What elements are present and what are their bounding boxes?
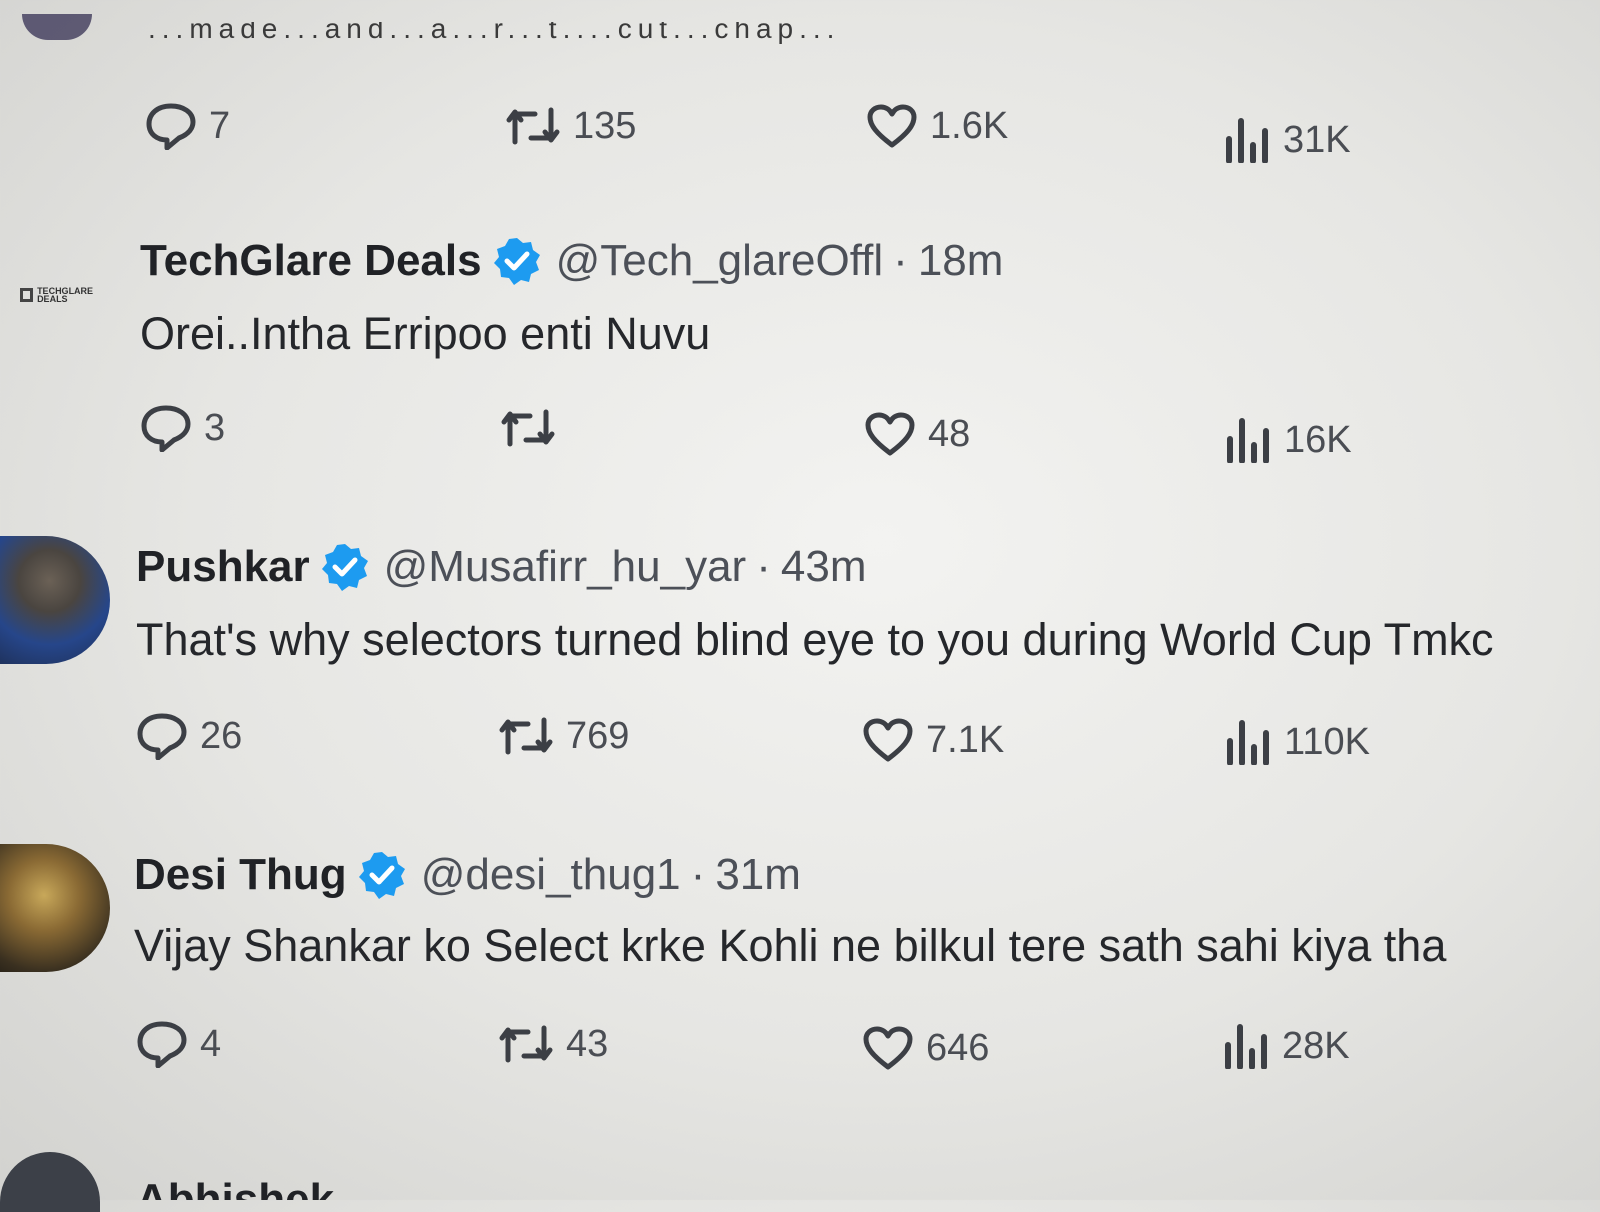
reply-button[interactable]: 7: [145, 96, 230, 156]
retweet-icon: [499, 717, 553, 755]
views-icon: [1227, 418, 1269, 463]
retweet-count: 769: [566, 714, 630, 757]
like-icon: [867, 104, 917, 148]
like-count: 7.1K: [926, 718, 1005, 761]
views-count: 110K: [1284, 720, 1370, 763]
author-name[interactable]: TechGlare Deals: [140, 236, 482, 286]
avatar[interactable]: [0, 844, 110, 972]
separator: ·: [893, 236, 908, 285]
author-handle[interactable]: @Musafirr_hu_yar: [384, 542, 747, 592]
logo-text: TECHGLARE DEALS: [37, 286, 94, 304]
reply-icon: [137, 713, 187, 760]
reply-count: 4: [200, 1022, 222, 1065]
reply-count: 3: [204, 406, 226, 449]
tweet-text: Vijay Shankar ko Select krke Kohli ne bi…: [134, 920, 1447, 971]
like-button[interactable]: 1.6K: [866, 96, 1008, 156]
avatar[interactable]: [0, 1152, 100, 1212]
tweet-header: Desi Thug @desi_thug1 · 31m: [134, 850, 801, 900]
reply-button[interactable]: 4: [136, 1014, 221, 1074]
retweet-icon: [499, 1025, 553, 1063]
like-count: 646: [926, 1026, 990, 1069]
timestamp[interactable]: 31m: [715, 850, 801, 900]
views-count: 16K: [1284, 418, 1352, 461]
separator: ·: [756, 542, 771, 591]
views-icon: [1227, 720, 1269, 765]
author-name[interactable]: Pushkar: [136, 542, 310, 592]
views-icon: [1225, 1024, 1267, 1069]
verified-badge-icon: [357, 850, 407, 900]
tweet-text: Orei..Intha Erripoo enti Nuvu: [140, 308, 711, 359]
like-button[interactable]: 48: [864, 404, 970, 464]
author-name[interactable]: Desi Thug: [134, 850, 347, 900]
reply-icon: [141, 405, 191, 452]
retweet-button[interactable]: 43: [498, 1014, 608, 1074]
views-count: 31K: [1283, 118, 1351, 161]
reply-button[interactable]: 3: [140, 398, 225, 458]
retweet-button[interactable]: 769: [498, 706, 629, 766]
like-count: 1.6K: [930, 104, 1009, 147]
avatar[interactable]: [22, 14, 92, 40]
reply-count: 26: [200, 714, 243, 757]
reply-count: 7: [209, 104, 231, 147]
retweet-count: 43: [566, 1022, 609, 1065]
like-icon: [863, 718, 913, 762]
like-icon: [863, 1026, 913, 1070]
retweet-button[interactable]: [500, 398, 568, 458]
retweet-icon: [501, 409, 555, 447]
tweet-text: That's why selectors turned blind eye to…: [136, 614, 1494, 665]
tweet-text-partial: ...made...and...a...r...t....cut...chap.…: [148, 22, 841, 44]
separator: ·: [690, 850, 706, 899]
like-button[interactable]: 646: [862, 1018, 989, 1078]
tweet-header: TechGlare Deals @Tech_glareOffl · 18m: [140, 236, 1003, 286]
views-button[interactable]: 16K: [1224, 410, 1352, 470]
timestamp[interactable]: 18m: [918, 236, 1004, 286]
reply-icon: [137, 1021, 187, 1068]
tweet-actions: 4 43 646 28K: [0, 1014, 1600, 1074]
retweet-icon: [506, 107, 560, 145]
verified-badge-icon: [492, 236, 542, 286]
views-icon: [1226, 118, 1268, 163]
like-icon: [865, 412, 915, 456]
like-button[interactable]: 7.1K: [862, 710, 1004, 770]
tweet-actions: 26 769 7.1K 110K: [0, 706, 1600, 766]
like-count: 48: [928, 412, 971, 455]
retweet-button[interactable]: 135: [505, 96, 636, 156]
views-button[interactable]: 28K: [1222, 1016, 1350, 1076]
retweet-count: 135: [573, 104, 637, 147]
views-button[interactable]: 110K: [1224, 712, 1370, 772]
reply-icon: [146, 103, 196, 150]
logo-mark: [20, 288, 34, 302]
avatar[interactable]: [0, 536, 110, 664]
tweet-actions: 3 48 16K: [0, 398, 1600, 463]
tweet-header: Pushkar @Musafirr_hu_yar · 43m: [136, 542, 866, 592]
reply-button[interactable]: 26: [136, 706, 242, 766]
avatar[interactable]: TECHGLARE DEALS: [20, 286, 100, 304]
timestamp[interactable]: 43m: [781, 542, 867, 592]
views-count: 28K: [1282, 1024, 1350, 1067]
views-button[interactable]: 31K: [1223, 110, 1351, 170]
verified-badge-icon: [320, 542, 370, 592]
tweet-actions: 7 135 1.6K 31K: [0, 96, 1600, 163]
author-handle[interactable]: @Tech_glareOffl: [556, 236, 884, 286]
author-handle[interactable]: @desi_thug1: [421, 850, 681, 900]
author-name[interactable]: Abhishek: [136, 1160, 334, 1200]
